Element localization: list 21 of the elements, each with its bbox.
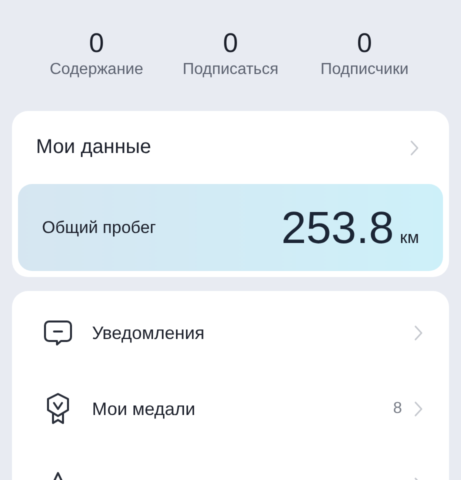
stat-label[interactable]: Подписаться (182, 61, 278, 79)
menu-label: Уведомления (92, 322, 206, 344)
stat-label[interactable]: Содержание (50, 61, 144, 79)
mileage-value: 253.8 (281, 202, 394, 254)
stat-value: 0 (222, 28, 238, 58)
my-data-row[interactable]: Мои данные (18, 111, 443, 184)
unit-label: км (400, 228, 419, 248)
message-icon (43, 320, 73, 346)
stat-value: 0 (88, 28, 104, 58)
chevron-icon (410, 140, 419, 156)
chevron-icon (414, 401, 423, 417)
row-title: Мои данные (36, 136, 152, 159)
count-label: 8 (393, 400, 402, 418)
stat-label[interactable]: Подписчики (320, 61, 408, 79)
menu-item[interactable]: Мои медали 8 (12, 371, 449, 447)
stat-value: 0 (356, 28, 372, 58)
mileage-label: Общий пробег (42, 218, 156, 238)
medal-icon (45, 392, 71, 426)
menu-item[interactable]: Уведомления (12, 295, 449, 371)
menu-label: Мои медали (92, 398, 196, 420)
chevron-icon (414, 325, 423, 341)
